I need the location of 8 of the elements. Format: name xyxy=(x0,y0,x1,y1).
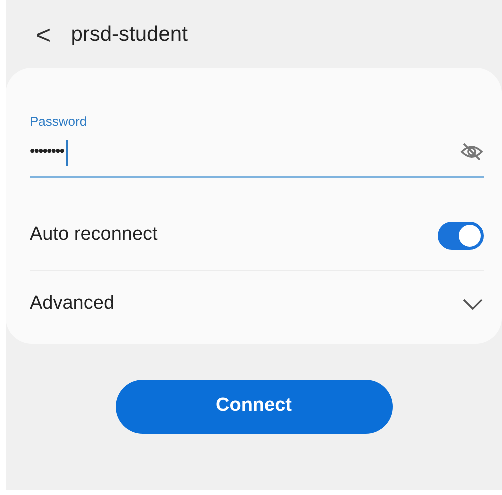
password-label: Password xyxy=(30,113,88,131)
password-field[interactable]: •••••••• xyxy=(30,132,484,178)
setting-label: Advanced xyxy=(30,292,115,316)
setting-label: Auto reconnect xyxy=(30,223,158,248)
toggle-switch[interactable] xyxy=(438,222,484,250)
back-button[interactable]: < xyxy=(36,22,52,48)
network-title: prsd-student xyxy=(71,22,188,48)
connect-button[interactable]: Connect xyxy=(116,380,392,434)
